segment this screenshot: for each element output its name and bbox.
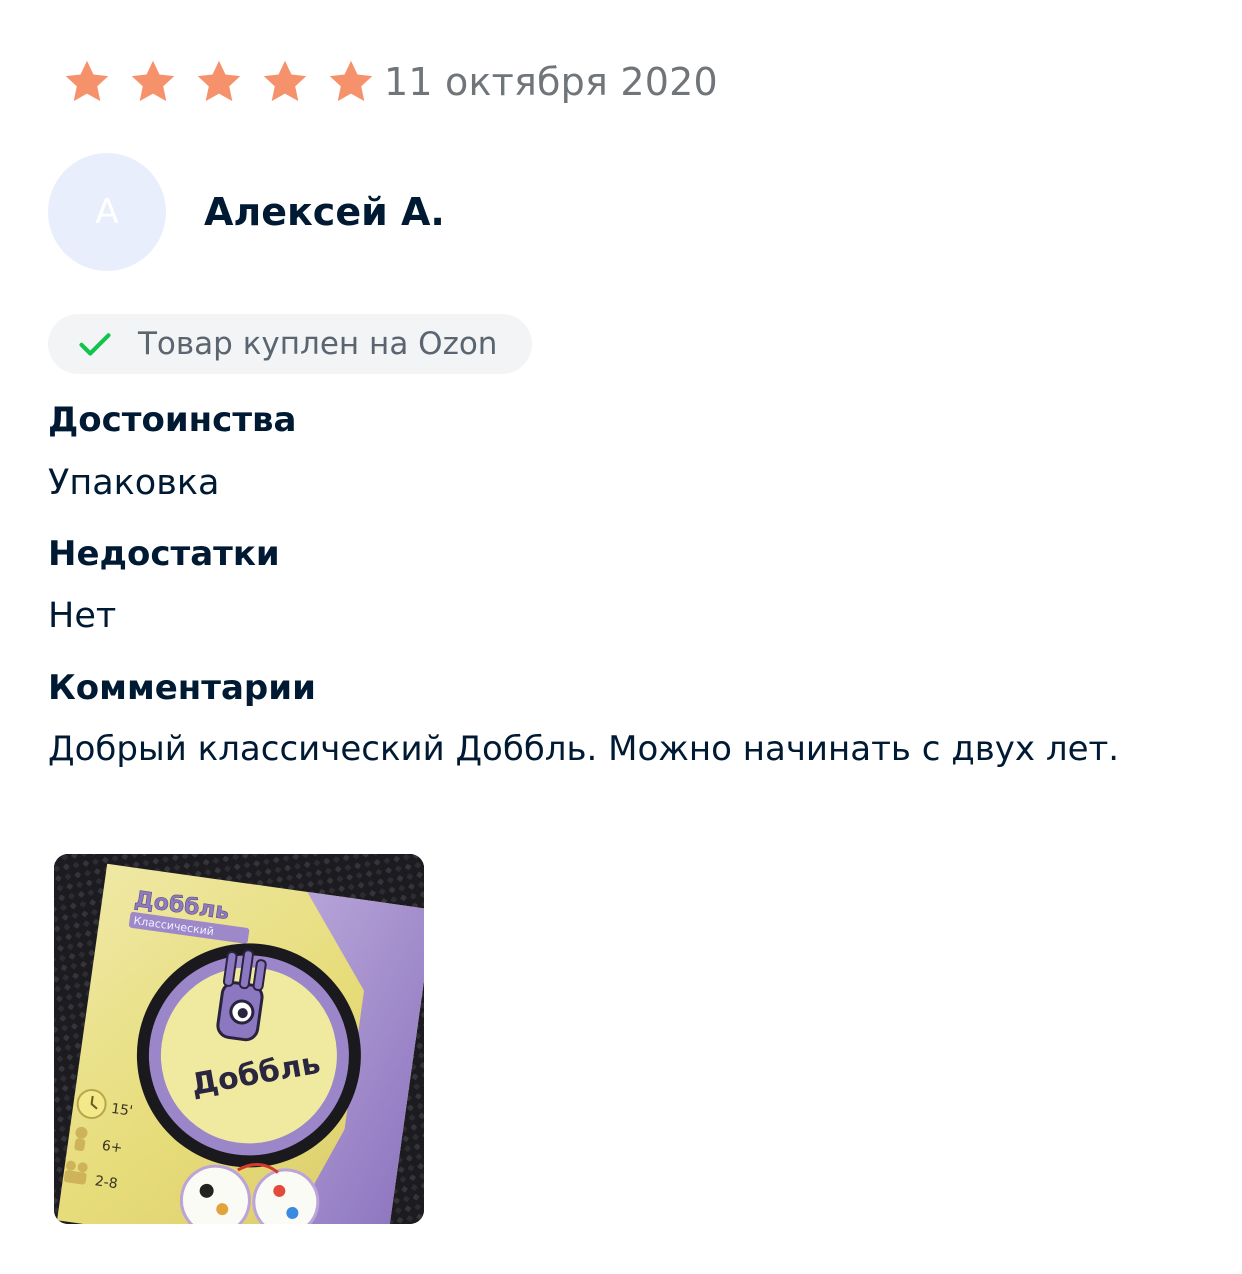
- avatar[interactable]: А: [48, 153, 166, 271]
- comment-heading: Комментарии: [48, 668, 316, 708]
- review-date: 11 октября 2020: [384, 60, 718, 104]
- pros-text: Упаковка: [48, 463, 220, 503]
- box-age: 6+: [101, 1138, 124, 1157]
- cons-heading: Недостатки: [48, 534, 280, 574]
- cons-text: Нет: [48, 596, 117, 636]
- rating-row: 11 октября 2020: [62, 54, 718, 110]
- box-time: 15': [110, 1101, 134, 1120]
- avatar-letter: А: [95, 192, 119, 232]
- comment-text: Добрый классический Доббль. Можно начина…: [48, 729, 1120, 769]
- star-icon: [194, 57, 244, 107]
- check-icon: [76, 325, 114, 363]
- star-icon: [326, 57, 376, 107]
- star-icon: [62, 57, 112, 107]
- star-icon: [128, 57, 178, 107]
- review-photo[interactable]: Доббль Классический Доббль 15' 6+ 2-8: [54, 854, 424, 1224]
- review-card: 11 октября 2020 А Алексей А. Товар купле…: [48, 0, 1208, 1274]
- pros-heading: Достоинства: [48, 400, 297, 440]
- box-players: 2-8: [94, 1173, 119, 1192]
- star-rating: [62, 57, 392, 107]
- star-icon: [260, 57, 310, 107]
- verified-purchase-label: Товар куплен на Ozon: [138, 326, 498, 362]
- review-photo-image: Доббль Классический Доббль 15' 6+ 2-8: [54, 854, 424, 1224]
- author-name[interactable]: Алексей А.: [204, 190, 445, 234]
- author-row: А Алексей А.: [48, 152, 445, 272]
- verified-purchase-badge: Товар куплен на Ozon: [48, 314, 532, 374]
